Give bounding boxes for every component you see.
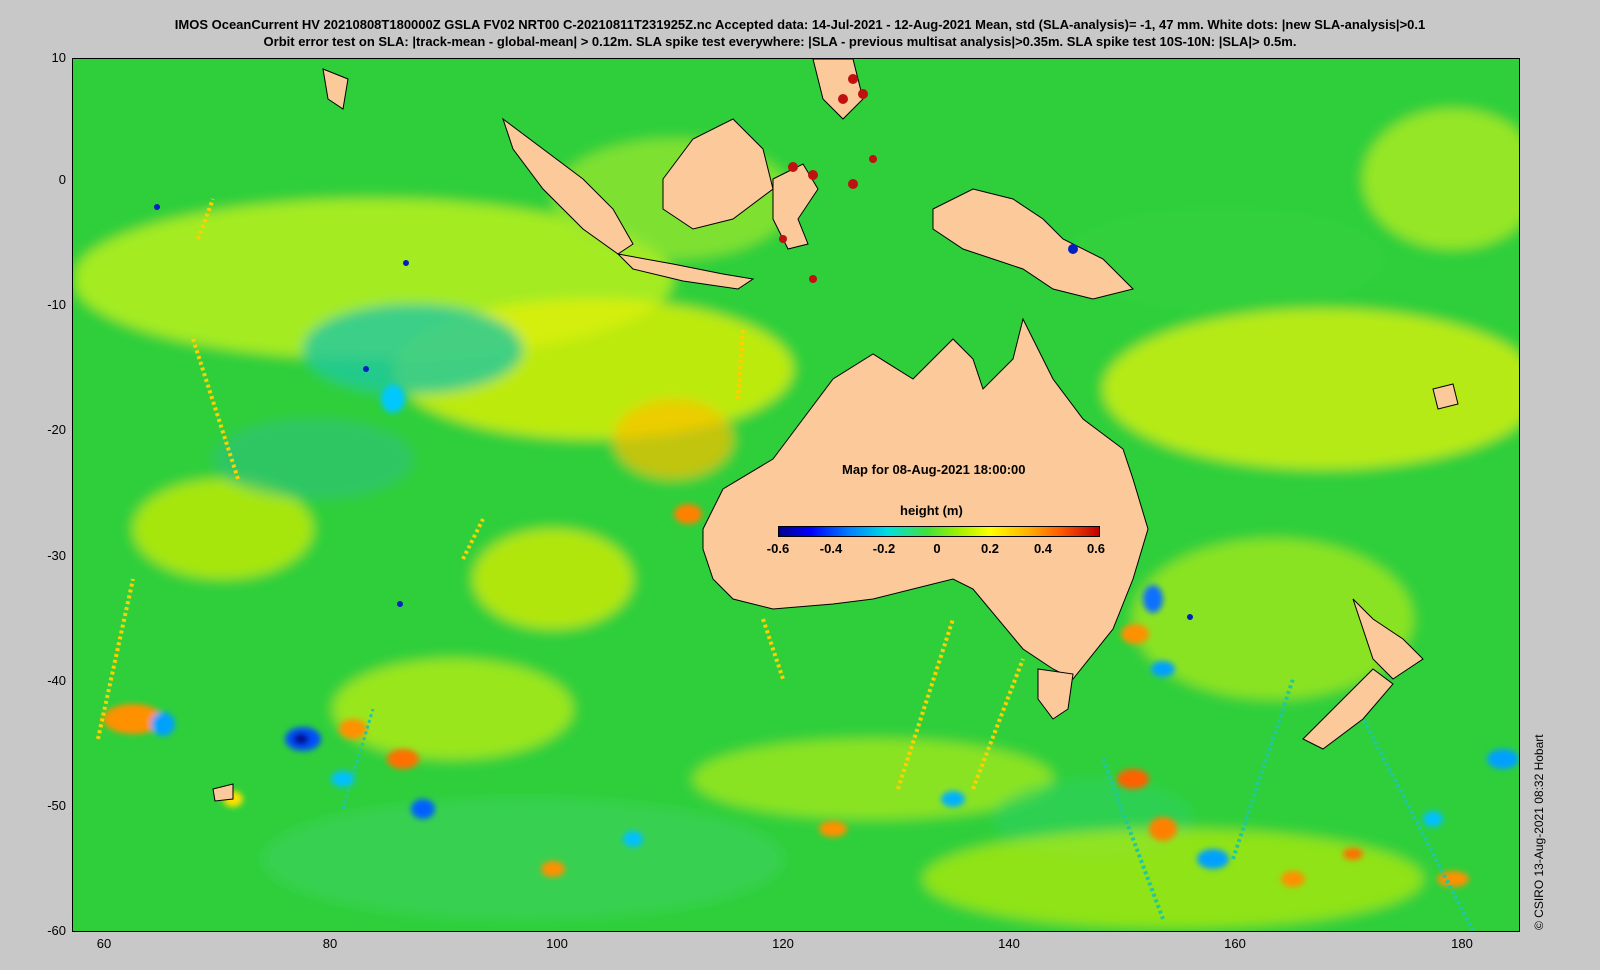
- colorbar-tick: 0: [933, 541, 941, 556]
- colorbar-title: height (m): [900, 503, 963, 518]
- sla-map-area[interactable]: [72, 58, 1520, 932]
- header-line-2: Orbit error test on SLA: |track-mean - g…: [263, 34, 1297, 49]
- x-tick-label: 100: [546, 936, 568, 951]
- y-tick-label: -30: [47, 548, 66, 563]
- y-tick-label: 0: [58, 172, 66, 187]
- y-tick-label: -20: [47, 422, 66, 437]
- map-header: IMOS OceanCurrent HV 20210808T180000Z GS…: [0, 16, 1600, 50]
- colorbar: [778, 526, 1100, 537]
- y-tick-label: -60: [47, 923, 66, 938]
- x-tick-label: 180: [1451, 936, 1473, 951]
- colorbar-tick: -0.2: [872, 541, 896, 556]
- header-line-1: IMOS OceanCurrent HV 20210808T180000Z GS…: [174, 17, 1426, 32]
- colorbar-tick: -0.6: [766, 541, 790, 556]
- y-tick-label: -10: [47, 297, 66, 312]
- x-tick-label: 140: [998, 936, 1020, 951]
- x-tick-label: 160: [1224, 936, 1246, 951]
- y-tick-label: -50: [47, 798, 66, 813]
- copyright-credit: © CSIRO 13-Aug-2021 08:32 Hobart: [1532, 734, 1546, 930]
- colorbar-tick: 0.6: [1086, 541, 1106, 556]
- colorbar-tick: -0.4: [819, 541, 843, 556]
- y-tick-label: 10: [51, 50, 66, 65]
- inset-map-date-title: Map for 08-Aug-2021 18:00:00: [842, 462, 1026, 477]
- x-tick-label: 60: [96, 936, 112, 951]
- colorbar-tick: 0.4: [1033, 541, 1053, 556]
- x-tick-label: 120: [772, 936, 794, 951]
- y-tick-label: -40: [47, 673, 66, 688]
- x-tick-label: 80: [322, 936, 338, 951]
- colorbar-tick: 0.2: [980, 541, 1000, 556]
- sla-map-canvas: [73, 59, 1519, 931]
